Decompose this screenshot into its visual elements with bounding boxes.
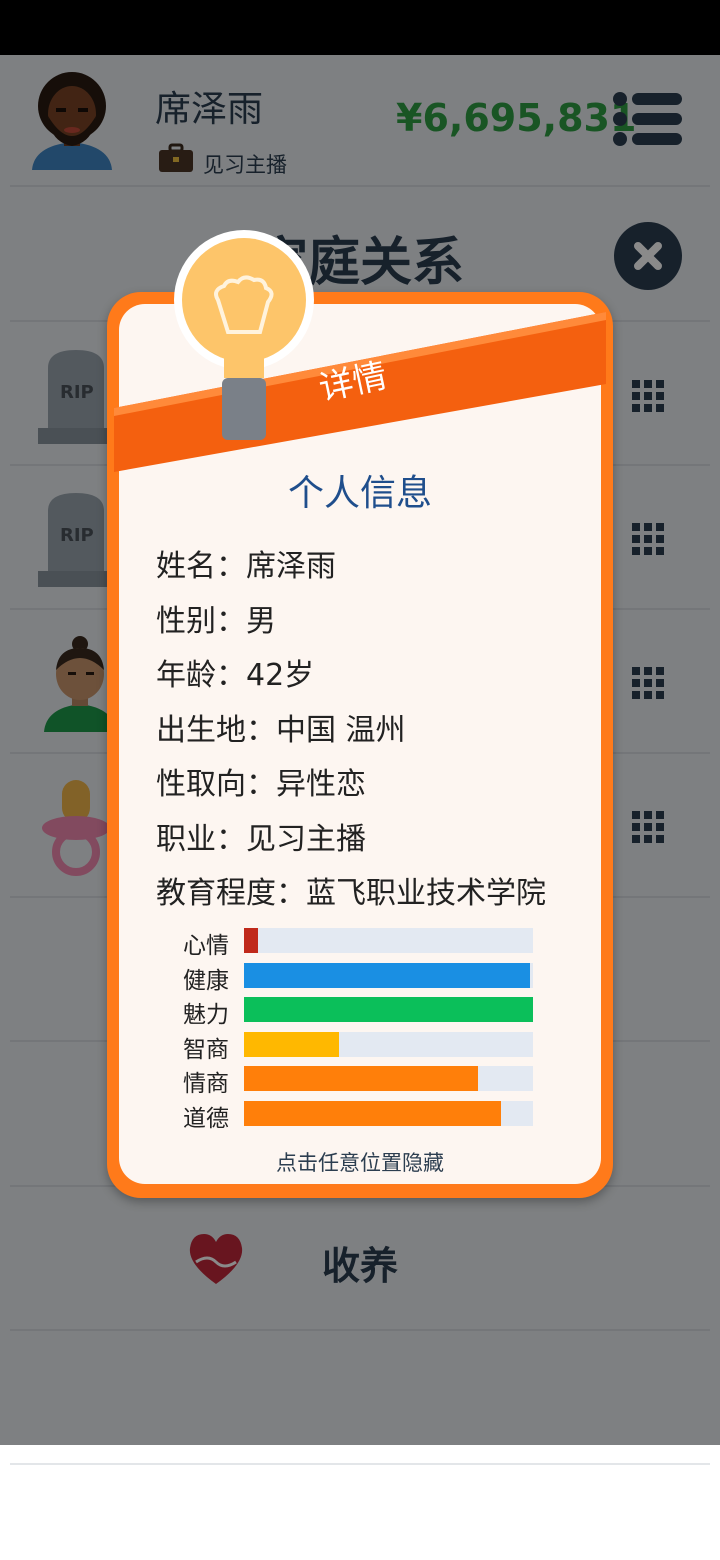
stat-bar-track xyxy=(244,997,533,1022)
stat-bar-track xyxy=(244,963,533,988)
stat-label: 智商 xyxy=(183,1037,229,1063)
stat-bar-fill xyxy=(244,997,533,1022)
info-name: 姓名：席泽雨 xyxy=(156,549,336,584)
info-gender: 性别：男 xyxy=(156,604,276,639)
stat-bar-track xyxy=(244,1101,533,1126)
stat-label: 健康 xyxy=(183,968,229,994)
stat-bar-track xyxy=(244,1066,533,1091)
stat-label: 心情 xyxy=(183,933,229,959)
stat-bar-track xyxy=(244,928,533,953)
hide-hint: 点击任意位置隐藏 xyxy=(276,1151,444,1175)
stat-bar-fill xyxy=(244,1032,339,1057)
stat-bar-fill xyxy=(244,928,258,953)
stat-bar-track xyxy=(244,1032,533,1057)
stat-label: 道德 xyxy=(183,1106,229,1132)
info-job: 职业：见习主播 xyxy=(156,822,366,857)
info-birthplace: 出生地：中国 温州 xyxy=(156,713,406,748)
modal-title: 个人信息 xyxy=(287,473,432,514)
stat-bar-fill xyxy=(244,963,530,988)
stat-label: 魅力 xyxy=(183,1002,229,1028)
info-age: 年龄：42岁 xyxy=(156,658,315,693)
bottom-divider xyxy=(10,1463,710,1465)
stat-label: 情商 xyxy=(183,1071,229,1097)
stat-bar-fill xyxy=(244,1066,478,1091)
info-education: 教育程度：蓝飞职业技术学院 xyxy=(156,876,546,911)
status-bar xyxy=(0,0,720,55)
lightbulb-icon xyxy=(174,230,314,440)
stat-bar-fill xyxy=(244,1101,501,1126)
info-orientation: 性取向：异性恋 xyxy=(156,767,366,802)
